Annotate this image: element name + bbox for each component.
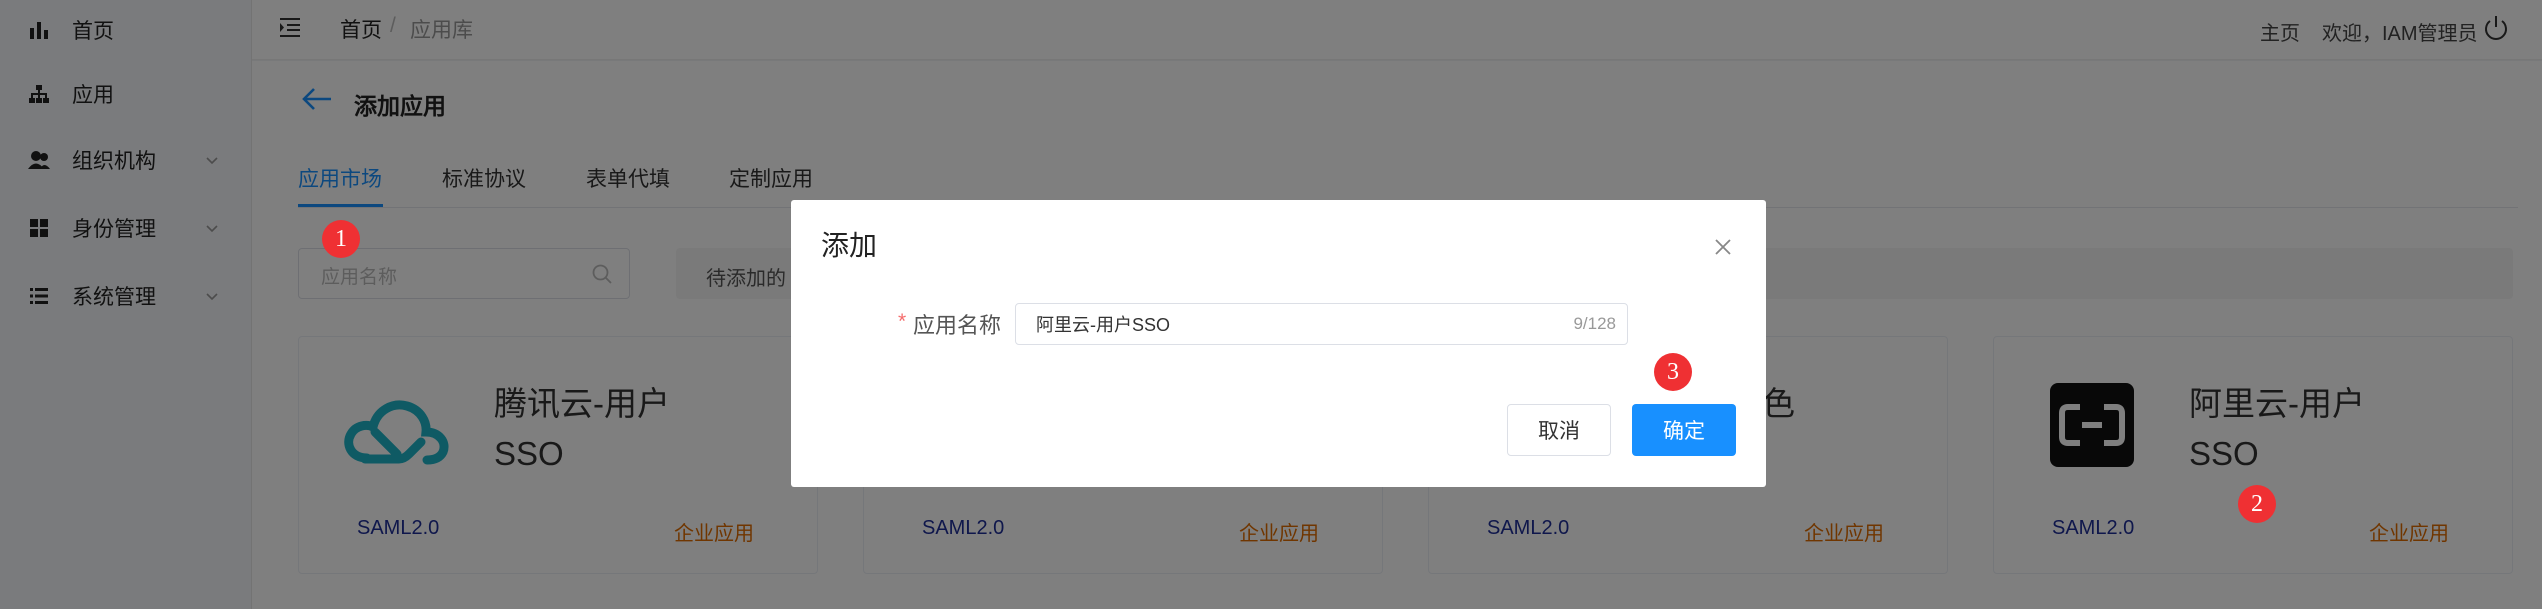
app-name-label: 应用名称 — [913, 313, 1002, 338]
app-name-field[interactable]: 9/128 — [1015, 303, 1628, 345]
required-mark: * — [898, 310, 907, 333]
app-name-input[interactable] — [1036, 311, 1536, 337]
add-dialog: 添加 * 应用名称 9/128 取消 确定 — [791, 200, 1766, 487]
close-icon[interactable] — [1713, 237, 1733, 257]
annotation-marker-2: 2 — [2238, 485, 2276, 523]
annotation-marker-3: 3 — [1654, 353, 1692, 391]
annotation-marker-1: 1 — [322, 220, 360, 258]
char-count: 9/128 — [1573, 314, 1616, 333]
confirm-button[interactable]: 确定 — [1632, 404, 1736, 456]
cancel-button[interactable]: 取消 — [1507, 404, 1611, 456]
dialog-title: 添加 — [821, 230, 878, 261]
